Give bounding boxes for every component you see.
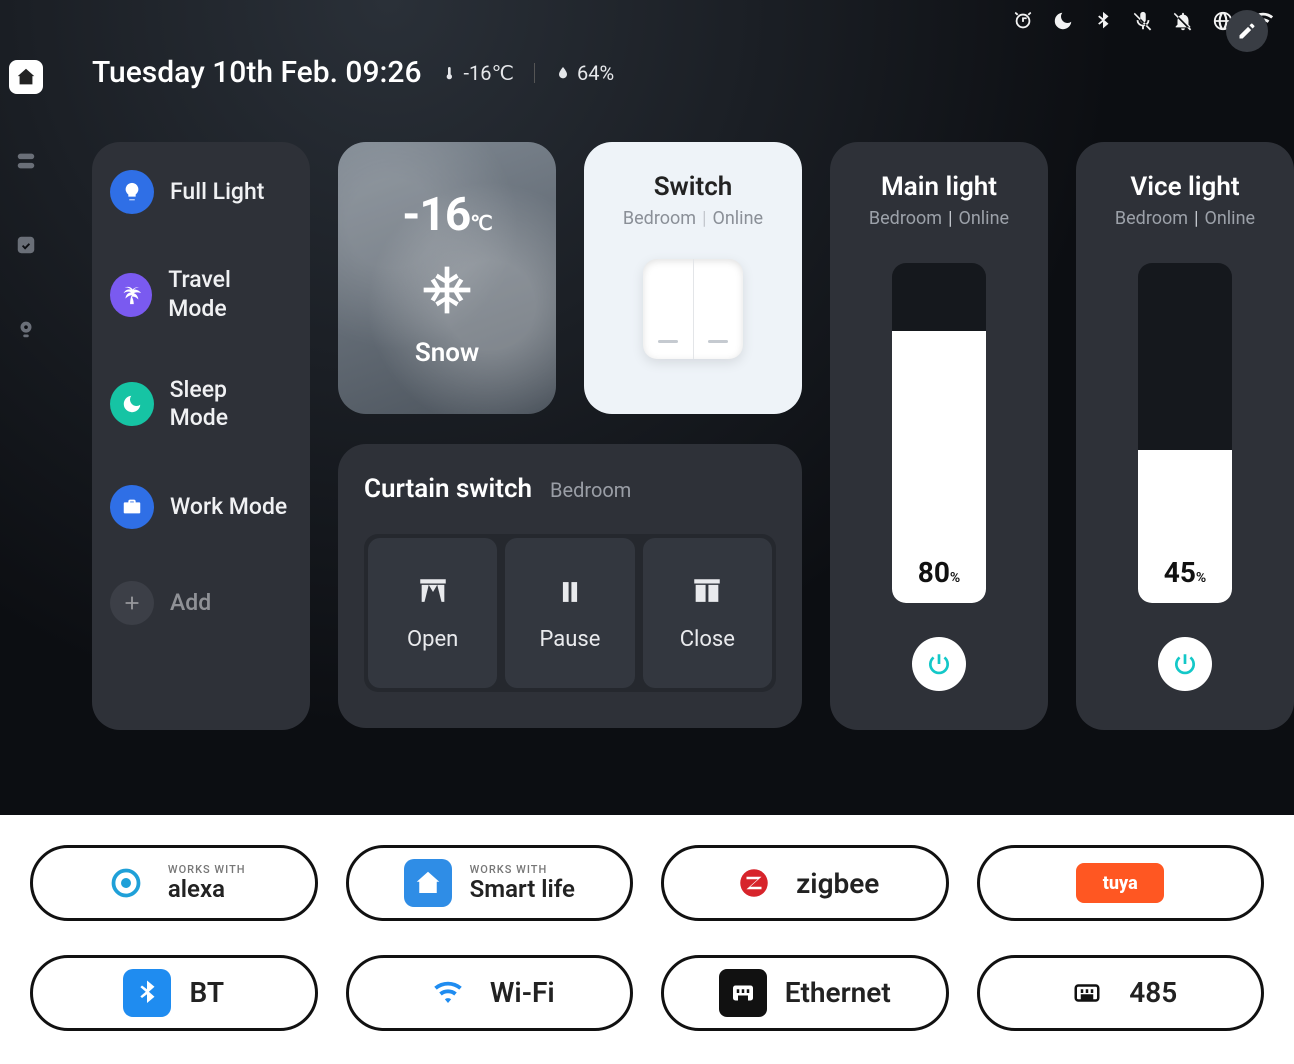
palm-icon — [110, 273, 152, 317]
curtain-title: Curtain switch — [364, 474, 532, 504]
smart-home-panel: Tuesday 10th Feb. 09:26 -16℃ 64% Full Li… — [0, 0, 1294, 815]
badge-ethernet: Ethernet — [661, 955, 949, 1031]
badge-tuya: tuya — [977, 845, 1265, 921]
nav-camera[interactable] — [9, 312, 43, 346]
bulb-icon — [110, 170, 154, 214]
light-title: Vice light — [1130, 172, 1239, 202]
light-subtitle: Bedroom|Online — [1115, 208, 1255, 229]
header-temperature: -16℃ — [442, 61, 514, 85]
switch-left-paddle[interactable] — [643, 259, 694, 359]
badge-alexa: Works withalexa — [30, 845, 318, 921]
bluetooth-icon — [123, 969, 171, 1017]
badge-smartlife: Works withSmart life — [346, 845, 634, 921]
curtain-pause-button[interactable]: Pause — [505, 538, 634, 688]
vice-light-card: Vice light Bedroom|Online 45% — [1076, 142, 1294, 730]
pause-icon — [553, 575, 587, 609]
scene-label: Add — [170, 589, 211, 618]
header-humidity: 64% — [555, 61, 614, 85]
curtain-open-icon — [416, 575, 450, 609]
badge-wifi: Wi-Fi — [346, 955, 634, 1031]
snowflake-icon — [419, 262, 475, 318]
ethernet-icon — [719, 969, 767, 1017]
curtain-open-button[interactable]: Open — [368, 538, 497, 688]
badge-bluetooth: BT — [30, 955, 318, 1031]
badge-485: 485 — [977, 955, 1265, 1031]
badge-zigbee: zigbee — [661, 845, 949, 921]
brightness-slider[interactable]: 80% — [892, 263, 986, 603]
compatibility-badges: Works withalexa Works withSmart life zig… — [0, 815, 1294, 1064]
scene-label: Work Mode — [170, 493, 287, 522]
header: Tuesday 10th Feb. 09:26 -16℃ 64% — [92, 55, 1294, 90]
light-subtitle: Bedroom|Online — [869, 208, 1009, 229]
power-button[interactable] — [1158, 637, 1212, 691]
moon-icon — [110, 382, 154, 426]
curtain-close-icon — [690, 575, 724, 609]
scenes-card: Full Light Travel Mode Sleep Mode Work M… — [92, 142, 310, 730]
curtain-close-button[interactable]: Close — [643, 538, 772, 688]
plus-icon — [110, 581, 154, 625]
scene-travel-mode[interactable]: Travel Mode — [110, 266, 290, 324]
wifi-icon — [424, 969, 472, 1017]
droplet-icon — [555, 63, 571, 83]
weather-condition: Snow — [415, 338, 479, 368]
nav-rail — [0, 0, 52, 815]
switch-title: Switch — [654, 172, 733, 202]
scene-add[interactable]: Add — [110, 581, 290, 625]
brightness-slider[interactable]: 45% — [1138, 263, 1232, 603]
switch-right-paddle[interactable] — [694, 259, 744, 359]
light-title: Main light — [881, 172, 997, 202]
edit-button[interactable] — [1226, 10, 1268, 52]
briefcase-icon — [110, 485, 154, 529]
scene-label: Travel Mode — [168, 266, 290, 324]
switch-device[interactable] — [643, 259, 743, 359]
curtain-card: Curtain switch Bedroom Open Pause — [338, 444, 802, 728]
tuya-icon: tuya — [1076, 863, 1164, 903]
smartlife-icon — [404, 859, 452, 907]
scene-full-light[interactable]: Full Light — [110, 170, 290, 214]
scene-label: Full Light — [170, 178, 264, 207]
power-button[interactable] — [912, 637, 966, 691]
thermometer-icon — [442, 63, 458, 83]
weather-temp: -16℃ — [402, 188, 491, 242]
rs485-icon — [1063, 969, 1111, 1017]
nav-rooms[interactable] — [9, 144, 43, 178]
scene-label: Sleep Mode — [170, 376, 290, 434]
nav-home[interactable] — [9, 60, 43, 94]
switch-card[interactable]: Switch Bedroom|Online — [584, 142, 802, 414]
zigbee-icon — [730, 859, 778, 907]
nav-tasks[interactable] — [9, 228, 43, 262]
alexa-icon — [102, 859, 150, 907]
weather-card[interactable]: -16℃ Snow — [338, 142, 556, 414]
switch-subtitle: Bedroom|Online — [623, 208, 763, 229]
curtain-room: Bedroom — [550, 478, 631, 502]
scene-work-mode[interactable]: Work Mode — [110, 485, 290, 529]
scene-sleep-mode[interactable]: Sleep Mode — [110, 376, 290, 434]
datetime: Tuesday 10th Feb. 09:26 — [92, 55, 422, 90]
main-light-card: Main light Bedroom|Online 80% — [830, 142, 1048, 730]
